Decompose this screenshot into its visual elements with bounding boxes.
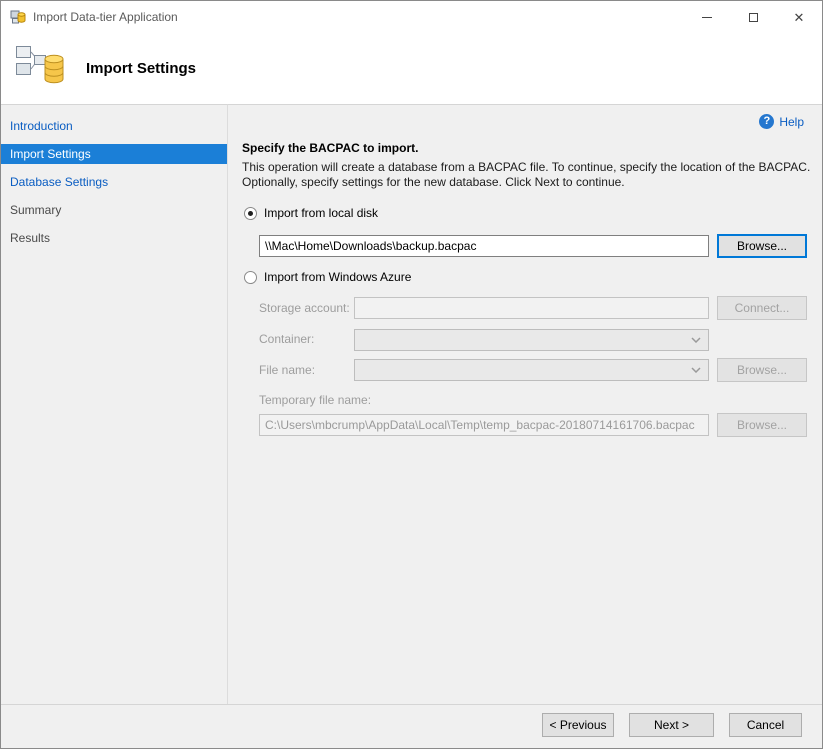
sidebar-item-summary: Summary — [10, 203, 62, 217]
previous-button[interactable]: < Previous — [542, 713, 614, 737]
minimize-icon — [702, 16, 712, 18]
wizard-header: Import Settings — [1, 33, 822, 104]
window-controls: ✕ — [684, 1, 822, 33]
titlebar: Import Data-tier Application ✕ — [1, 1, 822, 33]
page-title: Import Settings — [86, 60, 197, 77]
container-dropdown — [354, 329, 709, 351]
sidebar-item-results: Results — [10, 231, 51, 245]
connect-button: Connect... — [717, 296, 807, 320]
import-from-local-disk-label: Import from local disk — [264, 206, 379, 220]
section-heading: Specify the BACPAC to import. — [242, 141, 419, 155]
radio-unselected-icon — [244, 270, 257, 284]
chevron-down-icon — [691, 367, 701, 373]
close-button[interactable]: ✕ — [776, 1, 822, 33]
wizard-steps-sidebar: Introduction Import Settings Database Se… — [1, 104, 227, 704]
temporary-file-name-label: Temporary file name: — [259, 393, 372, 407]
wizard-footer: < Previous Next > Cancel — [1, 704, 822, 748]
import-settings-panel: ? Help Specify the BACPAC to import. Thi… — [227, 104, 822, 704]
next-button[interactable]: Next > — [629, 713, 714, 737]
browse-azure-button: Browse... — [717, 358, 807, 382]
sidebar-item-database-settings[interactable]: Database Settings — [1, 172, 227, 192]
storage-account-input — [354, 297, 709, 319]
cancel-button[interactable]: Cancel — [729, 713, 802, 737]
import-settings-icon — [15, 43, 67, 96]
container-label: Container: — [259, 332, 315, 346]
import-from-windows-azure-radio[interactable]: Import from Windows Azure — [244, 270, 411, 284]
storage-account-label: Storage account: — [259, 301, 350, 315]
chevron-down-icon — [691, 337, 701, 343]
browse-temp-button: Browse... — [717, 413, 807, 437]
section-description: This operation will create a database fr… — [242, 160, 811, 189]
window-title: Import Data-tier Application — [33, 10, 178, 24]
sidebar-item-import-settings[interactable]: Import Settings — [1, 144, 227, 164]
temporary-file-name-input — [259, 414, 709, 436]
file-name-label: File name: — [259, 363, 316, 377]
maximize-button[interactable] — [730, 1, 776, 33]
bacpac-path-input[interactable] — [259, 235, 709, 257]
app-icon — [10, 9, 26, 25]
import-data-tier-application-dialog: Import Data-tier Application ✕ Import Se… — [0, 0, 823, 749]
file-name-dropdown — [354, 359, 709, 381]
minimize-button[interactable] — [684, 1, 730, 33]
help-label: Help — [779, 114, 804, 129]
maximize-icon — [748, 12, 758, 22]
help-icon: ? — [759, 114, 775, 129]
radio-selected-icon — [244, 206, 257, 220]
import-from-windows-azure-label: Import from Windows Azure — [264, 270, 412, 284]
help-link[interactable]: ? Help — [759, 114, 804, 129]
browse-local-button[interactable]: Browse... — [717, 234, 807, 258]
import-from-local-disk-radio[interactable]: Import from local disk — [244, 206, 378, 220]
close-icon: ✕ — [793, 9, 805, 25]
sidebar-item-introduction[interactable]: Introduction — [1, 116, 227, 136]
